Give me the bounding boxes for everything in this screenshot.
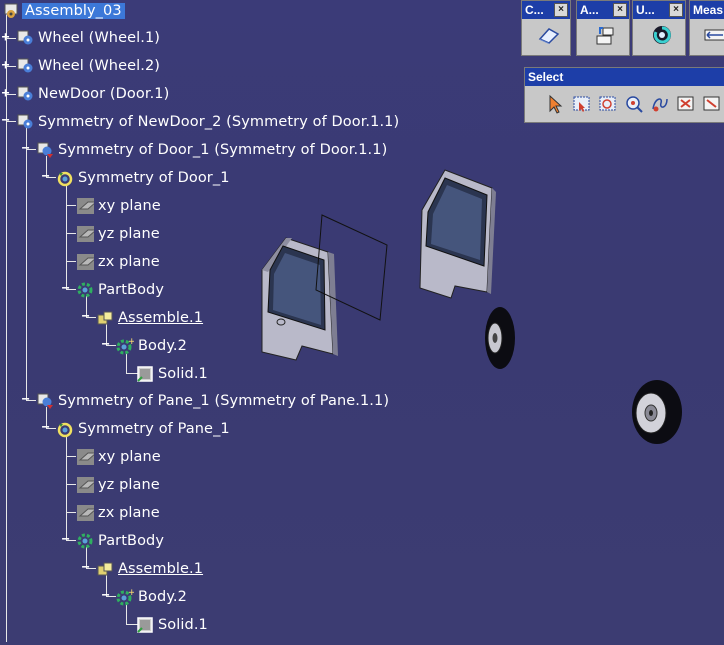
intersect-trap-icon[interactable] [595, 92, 621, 116]
close-button[interactable]: × [669, 3, 683, 17]
wheel-model-1[interactable] [485, 307, 515, 369]
update-icon[interactable] [649, 23, 675, 47]
toolbar-title: Meas [690, 1, 724, 19]
select-toolbar[interactable]: Select [524, 67, 724, 123]
outside-trap-icon[interactable] [673, 92, 699, 116]
free-hand-trap-icon[interactable] [647, 92, 673, 116]
outside-trap-icon-2[interactable] [699, 92, 724, 116]
select-arrow-icon[interactable] [543, 92, 569, 116]
toolbar-panel-a[interactable]: A... × [576, 0, 630, 56]
measure-icon[interactable] [702, 23, 724, 47]
close-button[interactable]: × [554, 3, 568, 17]
door-model-left[interactable] [261, 237, 338, 361]
polygon-trap-icon[interactable] [621, 92, 647, 116]
door-model-right[interactable] [419, 169, 496, 299]
manipulate-icon[interactable] [593, 23, 619, 47]
toolbar-panel-c[interactable]: C... × [521, 0, 571, 56]
select-trap-icon[interactable] [569, 92, 595, 116]
wheel-model-2[interactable] [632, 380, 682, 444]
toolbar-panel-measure[interactable]: Meas [689, 0, 724, 56]
toolbar-panel-u[interactable]: U... × [632, 0, 686, 56]
close-button[interactable]: × [613, 3, 627, 17]
eraser-icon[interactable] [536, 23, 562, 47]
toolbar-title: Select [525, 68, 724, 86]
